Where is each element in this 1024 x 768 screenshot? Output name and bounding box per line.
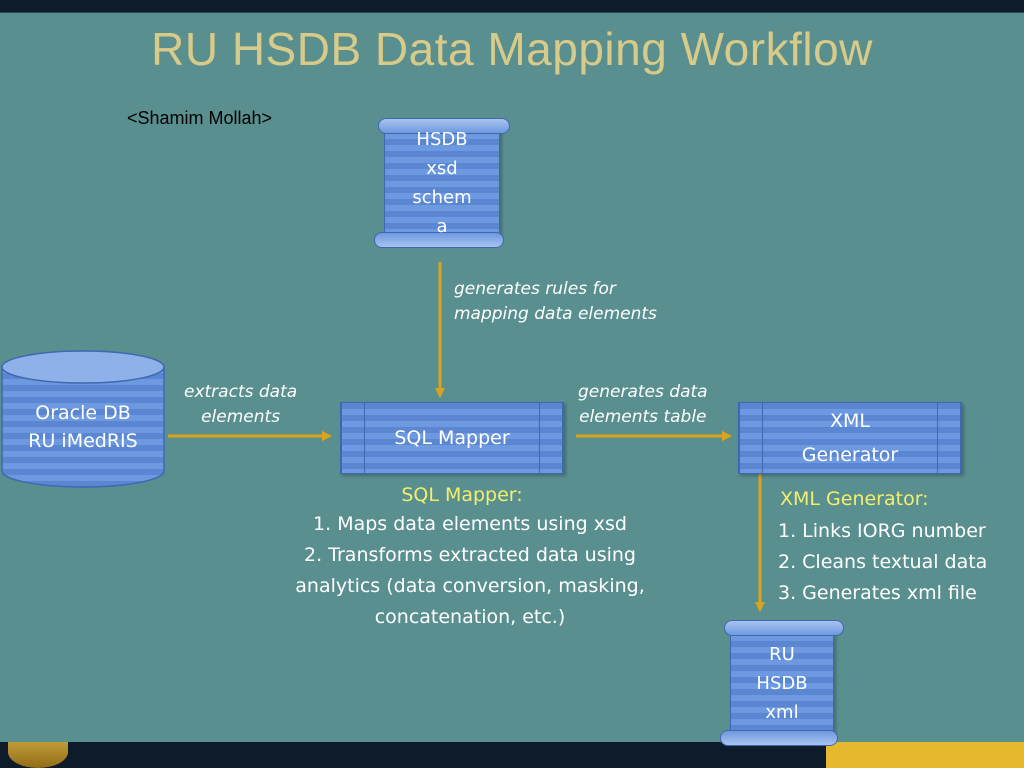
oracle-db-label: Oracle DB RU iMedRIS [28, 402, 138, 452]
xsd-schema-document: HSDB xsd schem a [374, 118, 510, 248]
sql-mapper-label: SQL Mapper [394, 427, 510, 449]
xml-generator-notes-list: 1. Links IORG number 2. Cleans textual d… [778, 516, 987, 609]
sql-mapper-note-line: analytics (data conversion, masking, [295, 575, 645, 597]
output-xml-document: RU HSDB xml [720, 620, 844, 746]
xml-generator-note-line: 1. Links IORG number [778, 520, 986, 542]
xml-generator-box: XML Generator [738, 402, 962, 474]
sql-mapper-box: SQL Mapper [340, 402, 564, 474]
edge-label-mapper-to-generator: generates data elements table [578, 382, 708, 427]
sql-mapper-notes-list: 1. Maps data elements using xsd 2. Trans… [250, 509, 690, 633]
xml-generator-note-line: 3. Generates xml file [778, 582, 977, 604]
xml-generator-note-line: 2. Cleans textual data [778, 551, 988, 573]
box-right-edge [937, 403, 961, 473]
output-xml-label: RU HSDB xml [756, 643, 808, 723]
oracle-db-cylinder: Oracle DB RU iMedRIS [0, 349, 166, 489]
edge-label-schema-to-mapper: generates rules for mapping data element… [454, 279, 657, 324]
box-right-edge [539, 403, 563, 473]
sql-mapper-note-line: concatenation, etc.) [374, 606, 566, 628]
box-left-edge [739, 403, 763, 473]
xml-generator-label: XML Generator [801, 410, 899, 466]
box-left-edge [341, 403, 365, 473]
sql-mapper-note-line: 1. Maps data elements using xsd [313, 513, 627, 535]
sql-mapper-note-line: 2. Transforms extracted data using [304, 544, 636, 566]
xsd-schema-label: HSDB xsd schem a [412, 129, 472, 237]
edge-label-db-to-mapper: extracts data elements [184, 382, 298, 427]
xml-generator-notes-title: XML Generator: [780, 488, 929, 510]
